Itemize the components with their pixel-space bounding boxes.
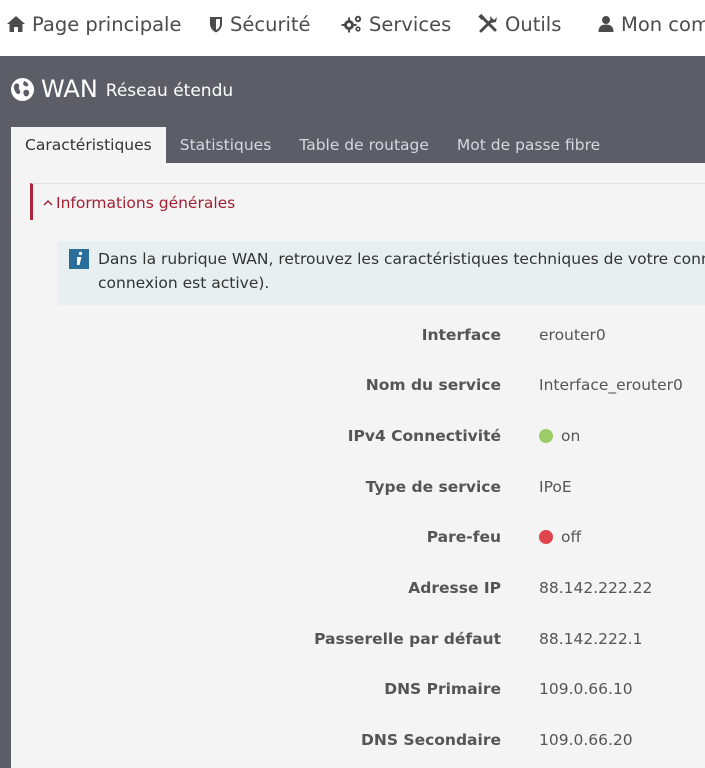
- row-ipv4-connectivity: IPv4 Connectivité on: [11, 421, 705, 451]
- row-value-text: 109.0.66.10: [539, 680, 633, 698]
- tab-caracteristiques[interactable]: Caractéristiques: [11, 127, 166, 163]
- status-off-dot-icon: [539, 530, 553, 544]
- nav-account-label: Mon com: [621, 12, 705, 36]
- page-title: WAN: [41, 75, 98, 103]
- nav-services[interactable]: Services: [341, 0, 451, 48]
- nav-services-label: Services: [369, 12, 452, 36]
- row-value-text: IPoE: [539, 478, 572, 496]
- status-on-dot-icon: [539, 429, 553, 443]
- top-navigation: Page principale Sécurité Services Outils…: [0, 0, 705, 56]
- info-text: Dans la rubrique WAN, retrouvez les cara…: [98, 247, 705, 295]
- nav-security-label: Sécurité: [230, 12, 311, 36]
- section-title: Informations générales: [56, 193, 236, 212]
- row-value: 88.142.222.1: [539, 624, 643, 654]
- row-dns-primary: DNS Primaire 109.0.66.10: [11, 674, 705, 704]
- nav-tools[interactable]: Outils: [478, 0, 561, 48]
- row-value-text: Interface_erouter0: [539, 376, 683, 394]
- nav-home-label: Page principale: [32, 12, 182, 36]
- row-firewall: Pare-feu off: [11, 522, 705, 552]
- row-value-text: 88.142.222.1: [539, 630, 643, 648]
- user-icon: [598, 16, 614, 32]
- row-value: Interface_erouter0: [539, 370, 683, 400]
- nav-tools-label: Outils: [505, 12, 562, 36]
- tab-table-de-routage[interactable]: Table de routage: [285, 127, 443, 163]
- row-label: DNS Secondaire: [361, 731, 501, 749]
- tab-bar: Caractéristiques Statistiques Table de r…: [11, 127, 614, 163]
- row-default-gateway: Passerelle par défaut 88.142.222.1: [11, 624, 705, 654]
- row-value: on: [539, 421, 580, 451]
- row-value-text: off: [561, 528, 582, 546]
- info-text-line1: Dans la rubrique WAN, retrouvez les cara…: [98, 250, 705, 268]
- info-text-line2: connexion est active).: [98, 274, 270, 292]
- row-label: Pare-feu: [426, 528, 501, 546]
- globe-icon: [11, 77, 34, 101]
- title-row: WAN Réseau étendu: [10, 72, 233, 106]
- row-value: IPoE: [539, 472, 572, 502]
- gears-icon: [341, 15, 362, 33]
- tab-statistiques[interactable]: Statistiques: [166, 127, 286, 163]
- row-value: erouter0: [539, 320, 606, 350]
- row-value: 88.142.222.22: [539, 573, 652, 603]
- nav-home[interactable]: Page principale: [6, 0, 181, 48]
- row-interface: Interface erouter0: [11, 320, 705, 350]
- tools-icon: [478, 14, 497, 33]
- home-icon: [7, 16, 25, 32]
- row-value: off: [539, 522, 581, 552]
- row-ip-address: Adresse IP 88.142.222.22: [11, 573, 705, 603]
- row-label: Nom du service: [365, 376, 501, 394]
- nav-account[interactable]: Mon com: [597, 0, 705, 48]
- row-dns-secondary: DNS Secondaire 109.0.66.20: [11, 725, 705, 755]
- row-value-text: 88.142.222.22: [539, 579, 653, 597]
- chevron-up-icon: [43, 199, 53, 205]
- row-value: 109.0.66.10: [539, 674, 633, 704]
- row-service-name: Nom du service Interface_erouter0: [11, 370, 705, 400]
- section-header-box: Informations générales: [30, 183, 705, 220]
- row-label: DNS Primaire: [384, 680, 501, 698]
- row-label: Interface: [421, 326, 501, 344]
- info-icon: [69, 249, 89, 269]
- row-service-type: Type de service IPoE: [11, 472, 705, 502]
- row-label: IPv4 Connectivité: [347, 427, 501, 445]
- row-value-text: 109.0.66.20: [539, 731, 633, 749]
- row-label: Passerelle par défaut: [314, 630, 501, 648]
- row-value: 109.0.66.20: [539, 725, 633, 755]
- tab-mot-de-passe-fibre[interactable]: Mot de passe fibre: [443, 127, 614, 163]
- row-value-text: erouter0: [539, 326, 606, 344]
- row-value-text: on: [561, 427, 581, 445]
- nav-security[interactable]: Sécurité: [208, 0, 311, 48]
- row-label: Type de service: [365, 478, 501, 496]
- row-label: Adresse IP: [408, 579, 501, 597]
- page-subtitle: Réseau étendu: [105, 81, 234, 101]
- shield-icon: [210, 16, 222, 32]
- section-toggle[interactable]: Informations générales: [43, 184, 235, 221]
